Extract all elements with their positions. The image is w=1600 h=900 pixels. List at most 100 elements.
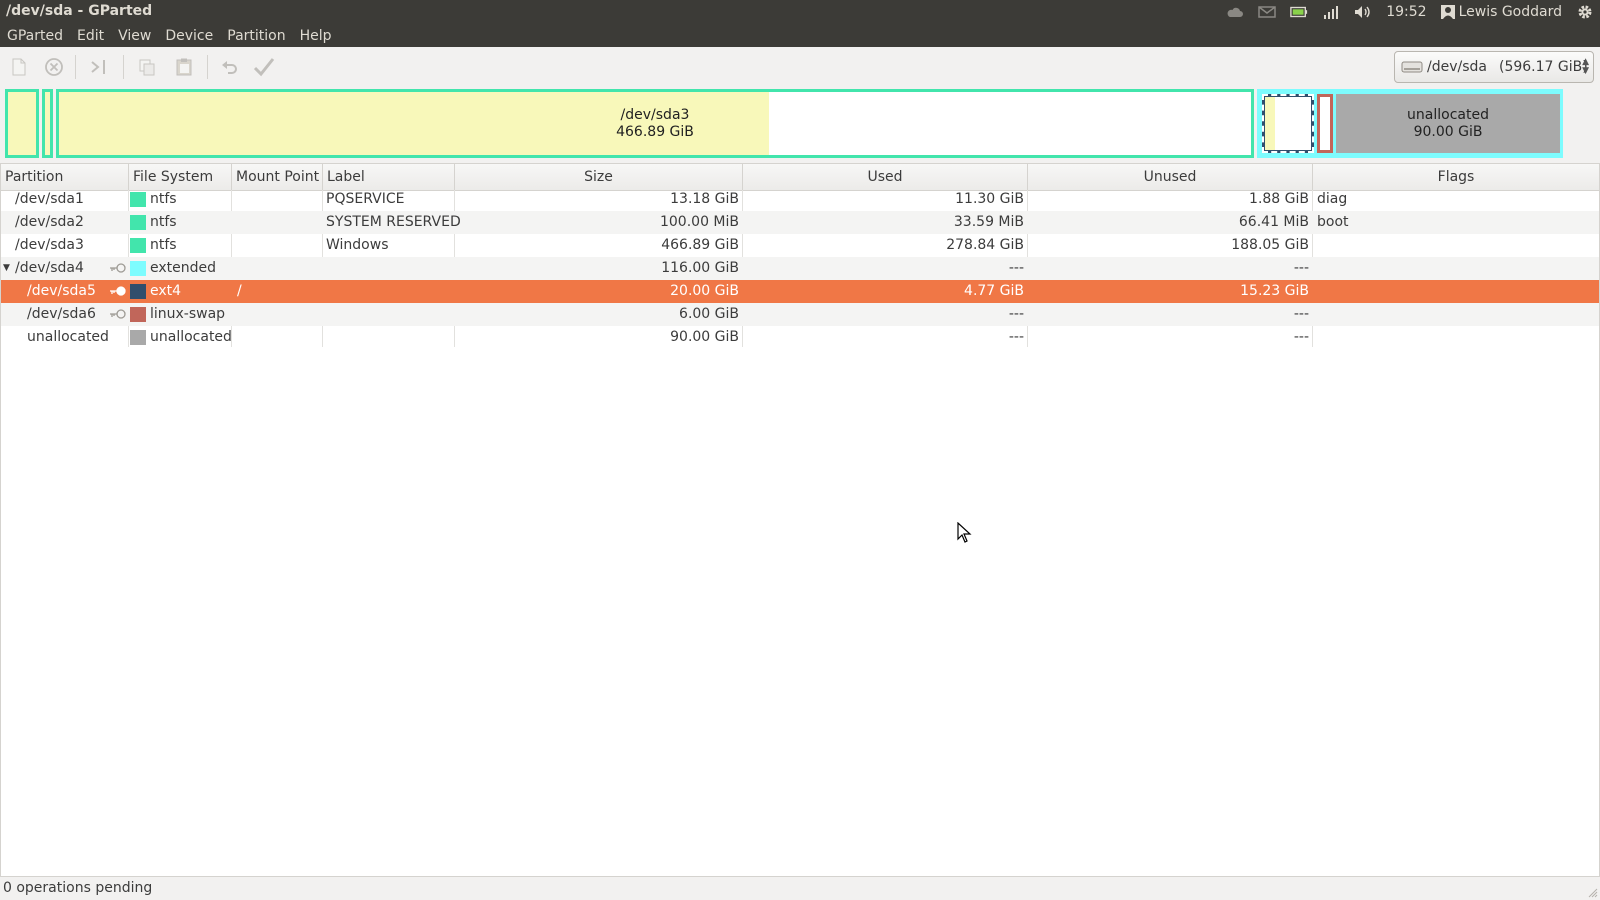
toolbar-separator [75,55,76,79]
table-row[interactable]: unallocated unallocated 90.00 GiB --- --… [1,326,1599,349]
disk-segment-sda5[interactable] [1262,94,1314,153]
mail-icon[interactable] [1258,4,1276,20]
used: 278.84 GiB [946,237,1024,253]
used: --- [1008,260,1024,276]
used: --- [1008,329,1024,345]
column-file-system[interactable]: File System [129,164,232,190]
filesystem-color-swatch [130,238,146,253]
used: --- [1008,306,1024,322]
size: 100.00 MiB [659,214,739,230]
battery-icon[interactable] [1290,4,1308,20]
used: 4.77 GiB [964,283,1024,299]
volume-icon[interactable] [1354,4,1372,20]
clock[interactable]: 19:52 [1386,4,1426,20]
column-unused[interactable]: Unused [1028,164,1313,190]
cloud-icon[interactable] [1226,4,1244,20]
column-used[interactable]: Used [743,164,1028,190]
table-row[interactable]: /dev/sda6 linux-swap 6.00 GiB --- --- [1,303,1599,326]
column-size[interactable]: Size [455,164,743,190]
device-name: /dev/sda [1427,59,1487,75]
expander-triangle-icon[interactable]: ▼ [3,257,10,280]
key-icon [110,309,126,319]
partition-name: /dev/sda3 [15,237,84,253]
used-space-fill [1265,97,1275,150]
unused: 188.05 GiB [1231,237,1309,253]
filesystem: ntfs [150,191,177,207]
table-row-selected[interactable]: /dev/sda5 ext4 / 20.00 GiB 4.77 GiB 15.2… [1,280,1599,303]
paste-button[interactable] [172,55,196,79]
partition-name: /dev/sda6 [27,306,96,322]
column-flags[interactable]: Flags [1313,164,1599,190]
filesystem: ext4 [150,283,182,299]
gear-icon[interactable] [1576,4,1594,20]
window-title: /dev/sda - GParted [6,3,153,19]
copy-button[interactable] [135,55,159,79]
undo-button[interactable] [218,55,242,79]
used: 11.30 GiB [955,191,1024,207]
size: 13.18 GiB [670,191,739,207]
table-row[interactable]: ▼ /dev/sda4 extended 116.00 GiB --- --- [1,257,1599,280]
filesystem: unallocated [150,329,232,345]
menu-view[interactable]: View [111,28,158,44]
table-row[interactable]: /dev/sda1 ntfs PQSERVICE 13.18 GiB 11.30… [1,188,1599,211]
filesystem: extended [150,260,217,276]
table-row[interactable]: /dev/sda2 ntfs SYSTEM RESERVED 100.00 Mi… [1,211,1599,234]
unused: --- [1293,329,1309,345]
device-size: (596.17 GiB) [1498,59,1588,75]
top-panel: /dev/sda - GParted 19:52 Lewis Goddard [0,0,1600,24]
menu-gparted[interactable]: GParted [0,28,70,44]
column-mount-point[interactable]: Mount Point [232,164,323,190]
segment-name: unallocated [1407,107,1489,123]
status-bar: 0 operations pending [0,877,1600,900]
filesystem-color-swatch [130,192,146,207]
size: 116.00 GiB [661,260,739,276]
filesystem-color-swatch [130,261,146,276]
menu-help[interactable]: Help [293,28,339,44]
size: 20.00 GiB [670,283,739,299]
partition-label: SYSTEM RESERVED [326,214,461,230]
menu-partition[interactable]: Partition [220,28,292,44]
menu-device[interactable]: Device [158,28,220,44]
network-signal-icon[interactable] [1322,4,1340,20]
unused: 15.23 GiB [1240,283,1309,299]
disk-segment-sda4-extended[interactable]: unallocated 90.00 GiB [1257,89,1563,158]
column-partition[interactable]: Partition [1,164,129,190]
hard-disk-icon [1401,61,1423,73]
filesystem-color-swatch [130,330,146,345]
apply-button[interactable] [252,55,276,79]
size: 466.89 GiB [661,237,739,253]
segment-size: 90.00 GiB [1413,124,1483,140]
partition-label: PQSERVICE [326,191,405,207]
resize-move-icon [91,60,105,74]
device-selector[interactable]: /dev/sda (596.17 GiB) ▲ ▼ [1394,51,1594,83]
toolbar: /dev/sda (596.17 GiB) ▲ ▼ [0,47,1600,88]
unused: 66.41 MiB [1238,214,1309,230]
disk-graphic: /dev/sda3 466.89 GiB unallocated 90.00 G… [0,87,1600,163]
partition-name: /dev/sda2 [15,214,84,230]
disk-segment-unallocated[interactable]: unallocated 90.00 GiB [1336,94,1560,153]
disk-segment-sda1[interactable] [5,89,39,158]
table-row[interactable]: /dev/sda3 ntfs Windows 466.89 GiB 278.84… [1,234,1599,257]
disk-segment-sda2[interactable] [42,89,53,158]
disk-segment-sda3[interactable]: /dev/sda3 466.89 GiB [56,89,1254,158]
partition-name: /dev/sda1 [15,191,84,207]
filesystem-color-swatch [130,284,146,299]
undo-icon [222,61,237,74]
disk-segment-sda6[interactable] [1317,94,1333,153]
partition-label: Windows [326,237,389,253]
delete-icon [45,58,63,76]
new-partition-button[interactable] [7,55,31,79]
status-text: 0 operations pending [3,880,153,896]
resize-move-button[interactable] [87,55,111,79]
resize-grip-icon[interactable] [1586,886,1598,898]
indicator-area: 19:52 Lewis Goddard [1226,0,1594,24]
partition-table: Partition File System Mount Point Label … [0,163,1600,877]
table-header: Partition File System Mount Point Label … [1,164,1599,191]
key-icon [110,286,126,296]
menu-edit[interactable]: Edit [70,28,111,44]
user-menu[interactable]: Lewis Goddard [1440,4,1562,20]
column-label[interactable]: Label [323,164,455,190]
partition-name: unallocated [27,329,109,345]
delete-partition-button[interactable] [42,55,66,79]
flags: boot [1317,214,1349,230]
